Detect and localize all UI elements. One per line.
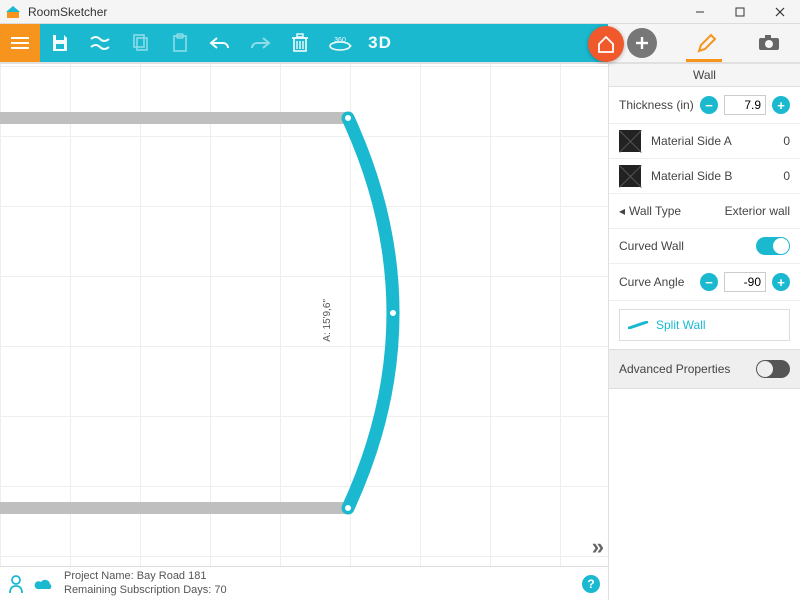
toolbar-actions: 360 3D [40,24,608,62]
subscription-text: Remaining Subscription Days: 70 [64,584,227,598]
window-maximize-button[interactable] [720,0,760,24]
delete-icon[interactable] [286,29,314,57]
window-minimize-button[interactable] [680,0,720,24]
camera-mode-icon[interactable] [757,34,781,52]
menu-button[interactable] [0,24,40,62]
material-a-value: 0 [770,134,790,148]
thickness-row: Thickness (in) − + [609,87,800,124]
material-a-swatch[interactable] [619,130,641,152]
thickness-input[interactable] [724,95,766,115]
curved-wall-toggle[interactable] [756,237,790,255]
wall-type-back-icon: ◂ [619,204,625,218]
wall-node-top[interactable] [343,113,353,123]
material-b-label: Material Side B [651,169,760,183]
properties-panel: Wall Thickness (in) − + Material Side A … [608,64,800,600]
material-a-row[interactable]: Material Side A 0 [609,124,800,159]
material-a-label: Material Side A [651,134,760,148]
dimension-label: A: 15'9,6" [322,299,333,342]
cloud-icon[interactable] [34,577,54,591]
window-titlebar: RoomSketcher [0,0,800,24]
help-button[interactable]: ? [582,575,600,593]
curve-angle-increase-button[interactable]: + [772,273,790,291]
material-b-swatch[interactable] [619,165,641,187]
split-wall-button[interactable]: Split Wall [619,309,790,341]
curve-angle-row: Curve Angle − + [609,264,800,301]
status-bar: Project Name: Bay Road 181 Remaining Sub… [0,566,608,600]
thickness-label: Thickness (in) [619,98,694,112]
window-close-button[interactable] [760,0,800,24]
curved-wall-label: Curved Wall [619,239,750,253]
save-icon[interactable] [46,29,74,57]
curved-wall[interactable] [0,64,608,566]
curved-wall-row: Curved Wall [609,229,800,264]
wall-type-row[interactable]: ◂ Wall Type Exterior wall [609,194,800,229]
levels-icon[interactable] [86,29,114,57]
expand-chevrons-icon[interactable]: » [592,534,598,560]
svg-text:360: 360 [334,37,346,44]
active-tab-indicator [686,59,722,62]
copy-icon[interactable] [126,29,154,57]
wall-node-mid[interactable] [388,308,398,318]
curve-angle-label: Curve Angle [619,275,694,289]
curve-angle-decrease-button[interactable]: − [700,273,718,291]
app-icon [4,3,22,21]
redo-icon[interactable] [246,29,274,57]
main-toolbar: 360 3D [0,24,800,64]
advanced-properties-label: Advanced Properties [619,362,730,376]
advanced-properties-row[interactable]: Advanced Properties [609,349,800,389]
rotate-360-icon[interactable]: 360 [326,29,354,57]
panel-title: Wall [609,64,800,87]
thickness-increase-button[interactable]: + [772,96,790,114]
undo-icon[interactable] [206,29,234,57]
split-wall-label: Split Wall [656,318,706,332]
app-title: RoomSketcher [26,5,680,19]
paste-icon[interactable] [166,29,194,57]
3d-button[interactable]: 3D [366,29,394,57]
material-b-value: 0 [770,169,790,183]
curve-angle-input[interactable] [724,272,766,292]
project-name-text: Project Name: Bay Road 181 [64,570,227,584]
split-wall-icon [628,321,648,329]
toolbar-mode-tabs [608,24,800,62]
thickness-decrease-button[interactable]: − [700,96,718,114]
drawing-canvas[interactable]: A: 15'9,6" » [0,64,608,566]
home-mode-icon[interactable] [588,26,624,62]
user-icon[interactable] [8,575,24,593]
edit-mode-icon[interactable] [696,32,718,54]
wall-type-label: Wall Type [629,204,681,218]
add-button[interactable] [627,28,657,58]
material-b-row[interactable]: Material Side B 0 [609,159,800,194]
wall-type-value: Exterior wall [725,204,790,218]
advanced-properties-toggle[interactable] [756,360,790,378]
status-info: Project Name: Bay Road 181 Remaining Sub… [64,570,227,598]
wall-node-bottom[interactable] [343,503,353,513]
